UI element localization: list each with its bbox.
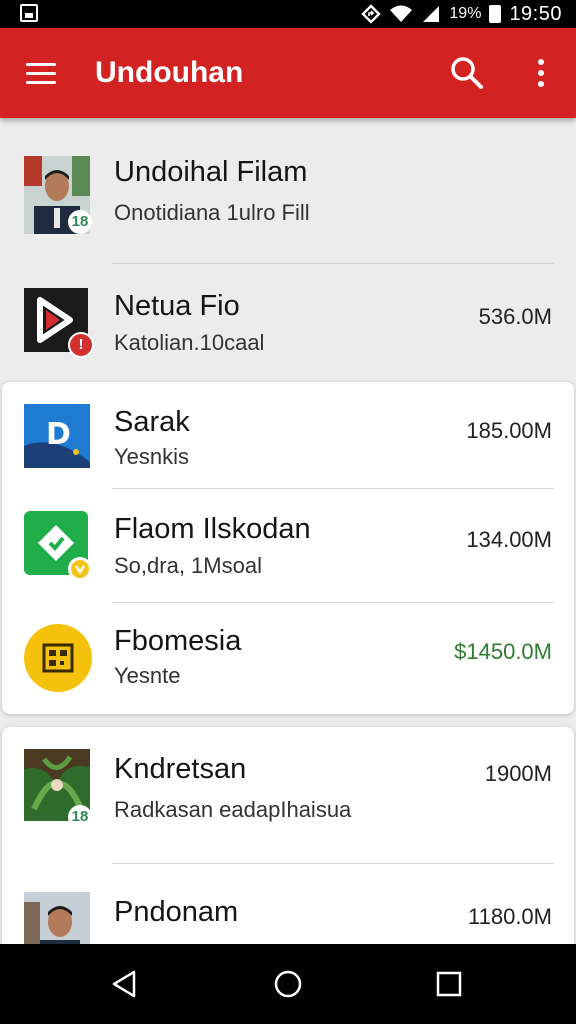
clock: 19:50 [509,2,562,25]
file-size: 536.0M [478,304,552,329]
plant-photo-thumbnail: 18 [24,749,92,829]
battery-icon [489,5,502,23]
item-title: Undoihal Filam [114,156,308,188]
person-photo-thumbnail [24,892,90,944]
download-card-group: D Sarak Yesnkis 185.00M Flaom Ilskodan S… [2,382,574,714]
file-size: 1900M [484,761,552,786]
item-subtitle: Yesnkis [114,444,190,469]
file-size: $1450.0M [454,639,552,664]
item-subtitle: So,dra, 1Msoal [114,553,262,578]
battery-percent: 19% [449,5,482,22]
age-rating-badge: 18 [68,210,92,234]
search-icon[interactable] [446,52,488,94]
app-bar: Undouhan [0,28,576,118]
item-title: Netua Fio [114,290,240,322]
signal-icon [423,6,440,22]
page-title: Undouhan [95,56,244,89]
svg-text:D: D [46,417,71,452]
item-subtitle: Onotidiana 1ulro Fill [114,200,310,225]
wifi-icon [390,5,413,22]
download-card-group: 18 Kndretsan Radkasan eadapIhaisua 1900M… [2,727,574,944]
more-options-icon[interactable] [526,52,556,94]
age-rating-badge: 18 [68,805,92,829]
back-icon[interactable] [102,964,146,1004]
image-notification-icon [20,4,38,22]
file-size: 185.00M [466,418,552,443]
list-item[interactable]: D Sarak Yesnkis 185.00M [0,382,576,488]
system-navigation-bar [0,944,576,1024]
home-icon[interactable] [266,964,310,1004]
item-title: Kndretsan [114,753,247,785]
green-app-logo-icon [24,511,92,581]
item-title: Fbomesia [114,625,242,657]
item-subtitle: Katolian.10caal [114,330,265,355]
list-item[interactable]: 18 Undoihal Filam Onotidiana 1ulro Fill [0,118,576,263]
item-title: Flaom Ilskodan [114,513,311,545]
status-bar: 19% 19:50 [0,0,576,28]
alert-badge-icon: ! [68,332,94,358]
list-item[interactable]: Fbomesia Yesnte $1450.0M [0,603,576,714]
video-player-logo-icon: ! [24,288,94,358]
person-photo-thumbnail: 18 [24,156,92,234]
location-icon [361,4,382,24]
hamburger-menu-icon[interactable] [18,54,64,92]
qr-code-logo-icon [24,623,92,692]
item-title: Sarak [114,406,190,438]
blue-d-logo-icon: D [24,404,90,470]
list-item[interactable]: ! Netua Fio Katolian.10caal 536.0M [0,264,576,380]
file-size: 134.00M [466,527,552,552]
download-list: 18 Undoihal Filam Onotidiana 1ulro Fill … [0,118,576,944]
file-size: 1180.0M [468,904,552,929]
recents-icon[interactable] [426,964,470,1004]
item-subtitle: Radkasan eadapIhaisua [114,797,352,822]
list-item[interactable]: Pndonam 1180.0M [0,864,576,944]
item-subtitle: Yesnte [114,663,181,688]
item-title: Pndonam [114,896,239,928]
list-item[interactable]: 18 Kndretsan Radkasan eadapIhaisua 1900M [0,727,576,863]
list-item[interactable]: Flaom Ilskodan So,dra, 1Msoal 134.00M [0,489,576,602]
status-icons: 19% 19:50 [361,2,562,26]
